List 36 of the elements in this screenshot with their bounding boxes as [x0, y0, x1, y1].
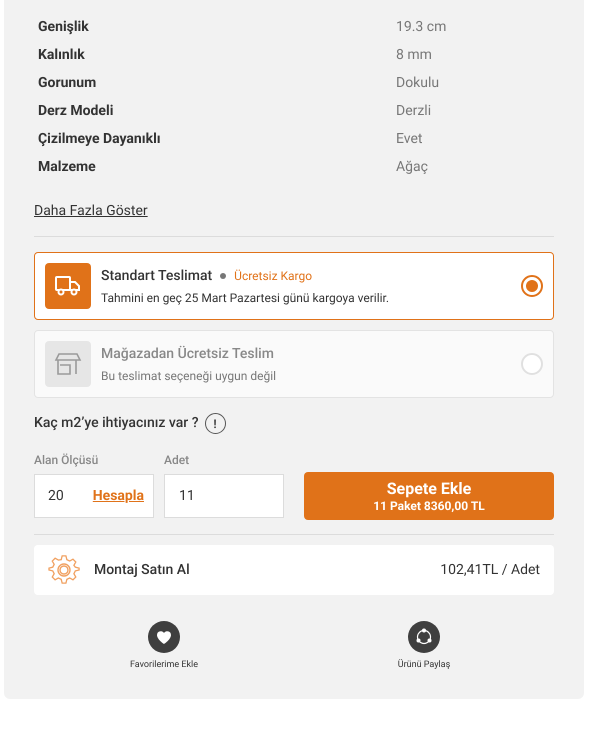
area-value: 20	[48, 486, 64, 506]
delivery-title: Standart Teslimat	[101, 266, 212, 286]
spec-value: Ağaç	[396, 158, 428, 176]
truck-icon	[45, 263, 91, 309]
assembly-title: Montaj Satın Al	[94, 560, 191, 580]
assembly-card[interactable]: Montaj Satın Al 102,41TL / Adet	[34, 545, 554, 595]
spec-label: Kalınlık	[37, 46, 86, 64]
spec-label: Çizilmeye Dayanıklı	[37, 130, 162, 148]
quantity-input-field[interactable]: 11	[164, 474, 284, 518]
spec-value: Derzli	[396, 102, 432, 120]
show-more-link[interactable]: Daha Fazla Göster	[34, 201, 148, 222]
spec-label: Gorunum	[37, 74, 98, 92]
spec-value: 19.3 cm	[396, 18, 446, 36]
spec-value: Evet	[396, 130, 422, 148]
spec-label: Genişlik	[37, 18, 90, 36]
spec-value: Dokulu	[396, 74, 440, 92]
store-icon	[45, 341, 91, 387]
delivery-option[interactable]: Standart Teslimat Ücretsiz Kargo Tahmini en geç 25 Mart Pazartesi günü kargoya verilir.	[34, 252, 554, 320]
spec-label: Malzeme	[37, 158, 97, 176]
field-label: Alan Ölçüsü	[34, 452, 100, 469]
area-input-field[interactable]: 20 Hesapla	[34, 474, 154, 518]
info-button[interactable]: !	[204, 413, 226, 434]
share-icon[interactable]	[408, 621, 440, 653]
delivery-title: Mağazadan Ücretsiz Teslim	[101, 344, 274, 364]
action-link[interactable]: Ürünü Paylaş	[398, 659, 450, 672]
assembly-price: 102,41TL / Adet	[440, 560, 540, 580]
gear-icon	[48, 554, 80, 586]
field-label: Adet	[164, 452, 190, 469]
spec-value: 8 mm	[396, 46, 432, 64]
spec-label: Derz Modeli	[37, 102, 114, 120]
free-shipping-label: Ücretsiz Kargo	[234, 268, 312, 285]
delivery-note: Bu teslimat seçeneği uygun değil	[101, 368, 278, 384]
delivery-note: Tahmini en geç 25 Mart Pazartesi günü kargoya verilir.	[101, 290, 390, 306]
radio-button[interactable]	[521, 275, 543, 297]
question-text: Kaç m2’ye ihtiyacınız var ?	[34, 414, 199, 433]
action-link[interactable]: Favorilerime Ekle	[130, 659, 198, 672]
